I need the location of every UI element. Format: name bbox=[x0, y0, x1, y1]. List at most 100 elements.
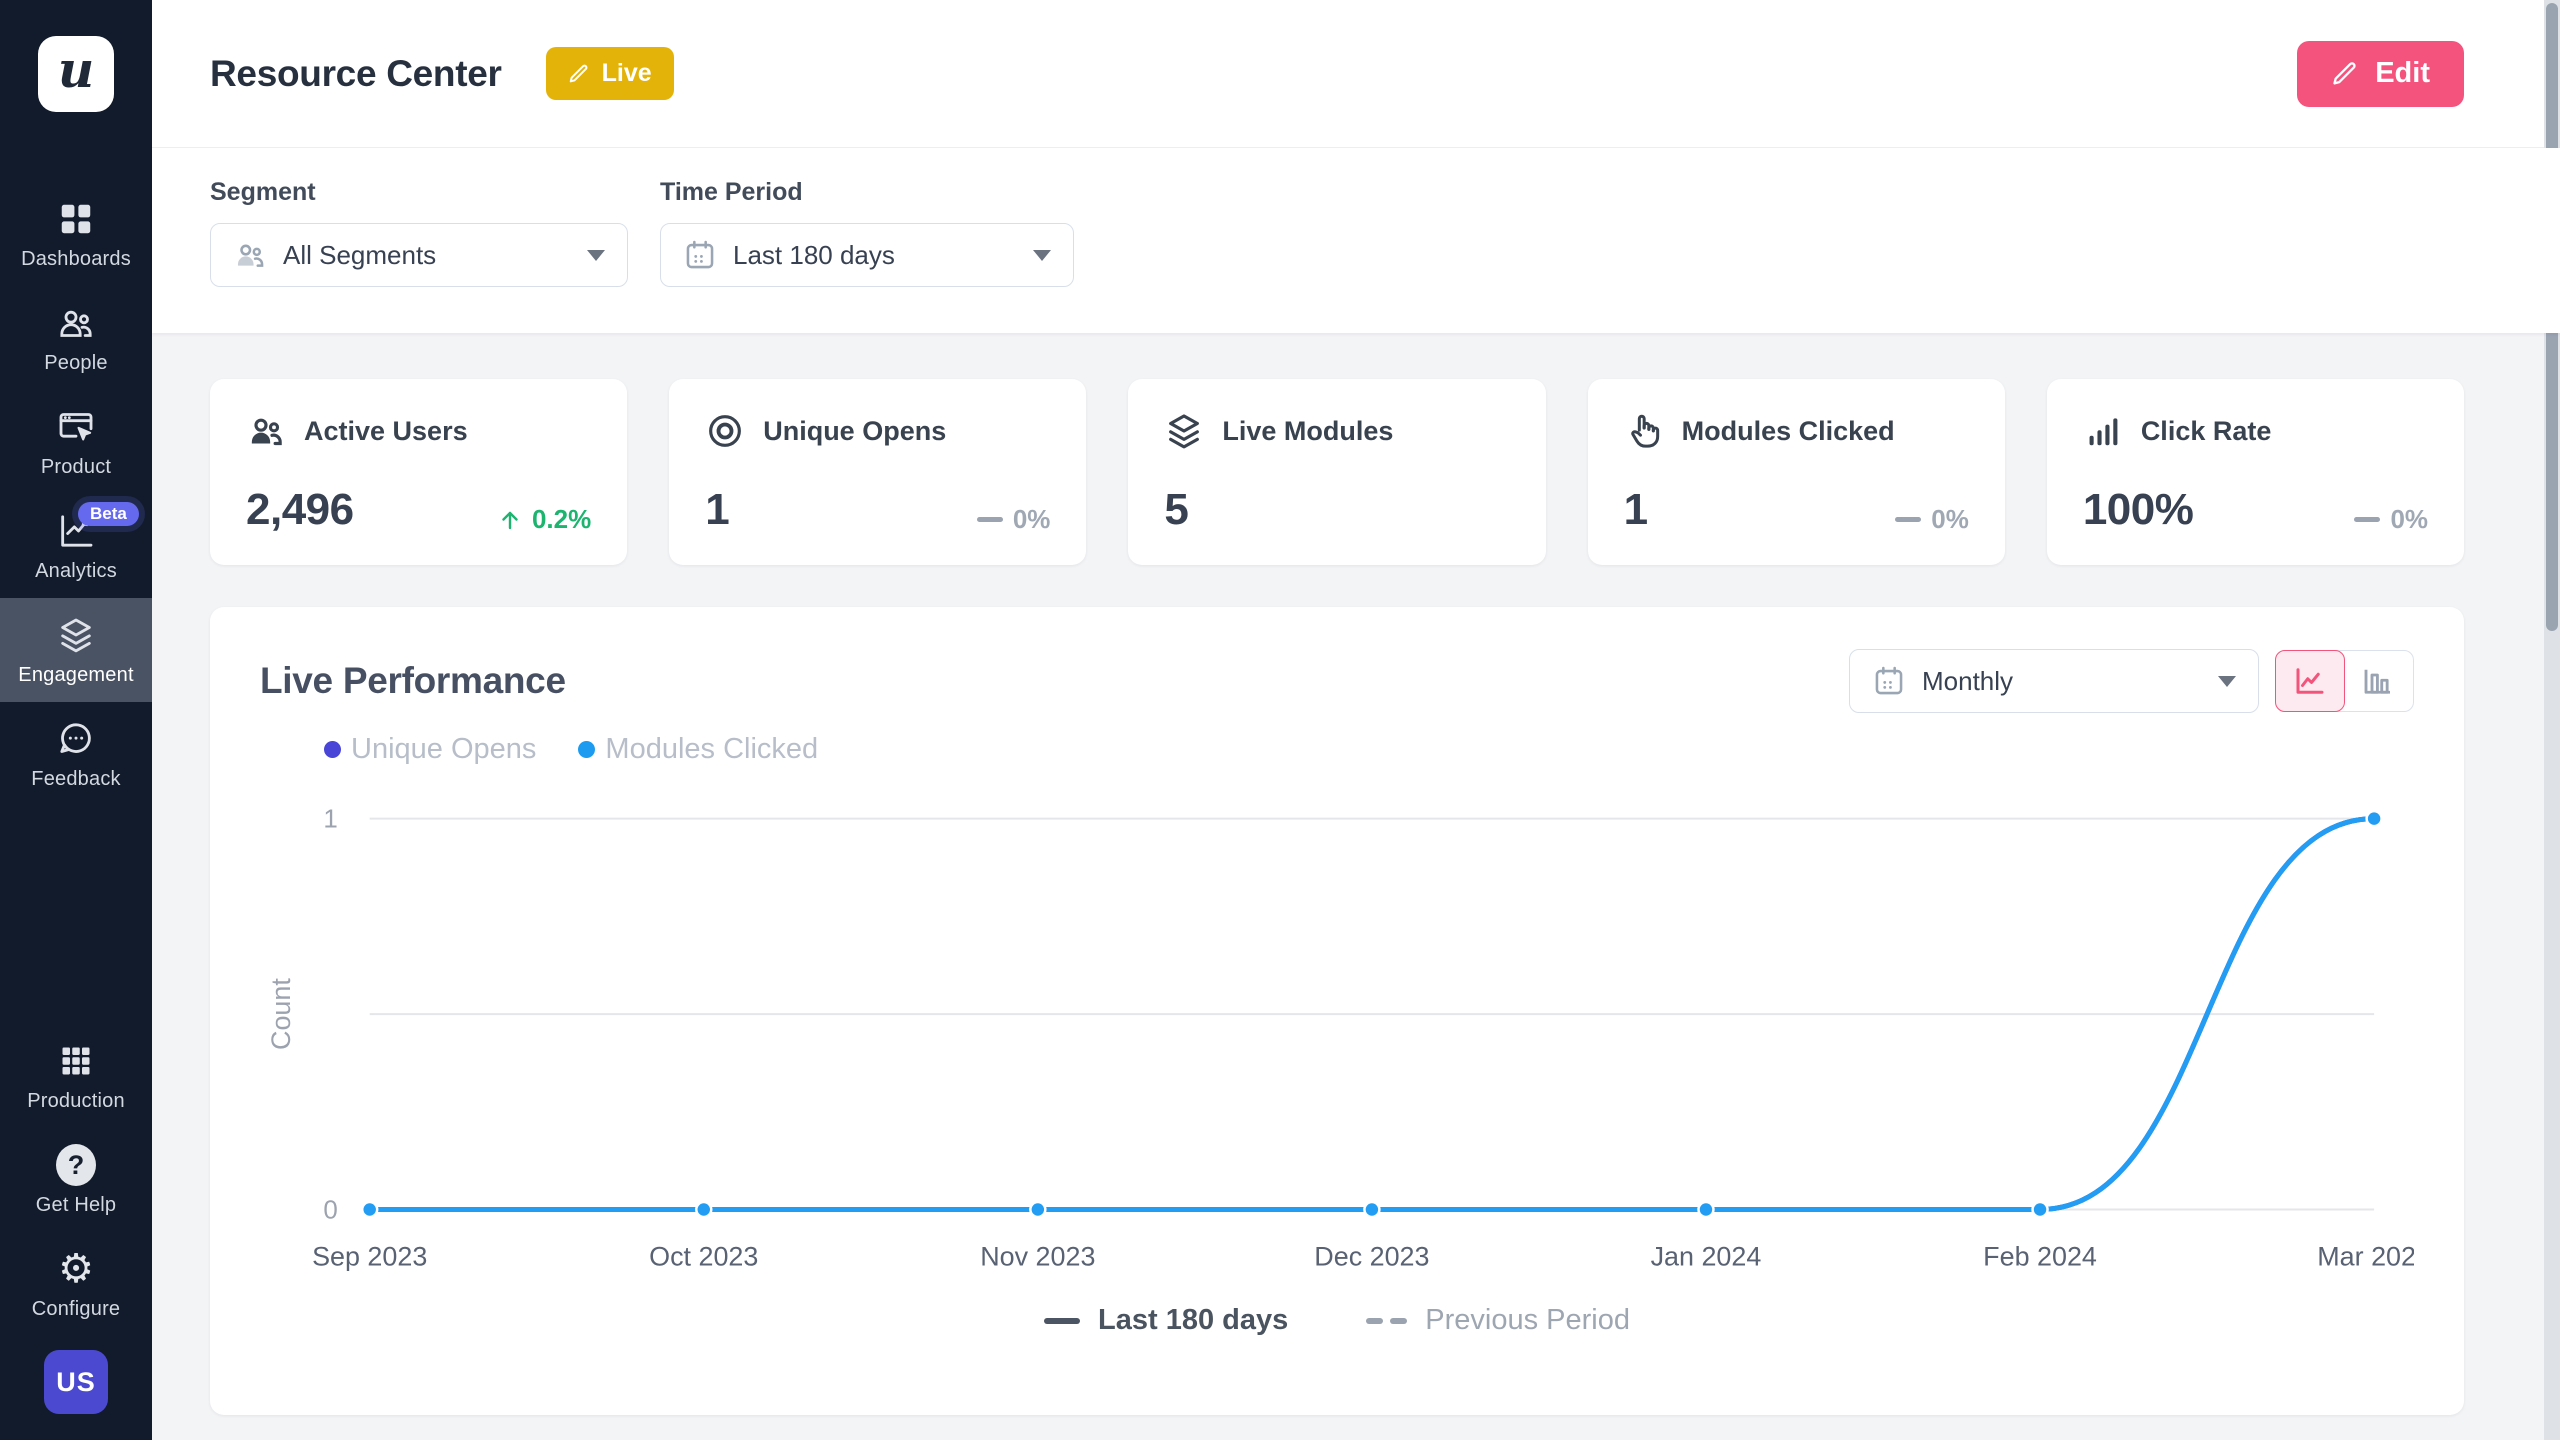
svg-text:Jan 2024: Jan 2024 bbox=[1651, 1241, 1762, 1271]
svg-text:Feb 2024: Feb 2024 bbox=[1983, 1241, 2097, 1271]
solid-line-sample bbox=[1044, 1318, 1080, 1324]
sidebar-item-label: Configure bbox=[32, 1298, 121, 1321]
time-period-select[interactable]: Last 180 days bbox=[660, 223, 1074, 287]
sidebar-item-label: Analytics bbox=[35, 560, 117, 583]
legend-label: Previous Period bbox=[1425, 1304, 1630, 1337]
stat-card-value: 1 bbox=[705, 485, 729, 535]
sidebar-nav: Dashboards People Product bbox=[0, 182, 152, 806]
sidebar-item-dashboards[interactable]: Dashboards bbox=[0, 182, 152, 286]
edit-button-label: Edit bbox=[2375, 57, 2430, 90]
stat-card-title: Active Users bbox=[304, 416, 468, 447]
stat-card-unique-opens: Unique Opens 1 0% bbox=[669, 379, 1086, 565]
bar-chart-icon bbox=[2360, 663, 2396, 699]
layers-icon bbox=[1164, 411, 1204, 451]
dashed-line-sample bbox=[1366, 1318, 1407, 1324]
main-area: Resource Center Live Edit Segment bbox=[152, 0, 2560, 1440]
legend-item-previous-period: Previous Period bbox=[1366, 1304, 1630, 1337]
people-icon bbox=[246, 411, 286, 451]
chart-legend: Unique Opens Modules Clicked bbox=[324, 733, 2414, 766]
edit-button[interactable]: Edit bbox=[2297, 41, 2464, 107]
line-chart-icon bbox=[2292, 663, 2328, 699]
svg-text:Mar 2024: Mar 2024 bbox=[2317, 1241, 2414, 1271]
sidebar-item-engagement[interactable]: Engagement bbox=[0, 598, 152, 702]
legend-label: Last 180 days bbox=[1098, 1304, 1288, 1337]
question-mark-icon: ? bbox=[56, 1145, 96, 1185]
people-icon bbox=[233, 238, 267, 272]
chevron-down-icon bbox=[587, 250, 605, 261]
segment-value: All Segments bbox=[283, 240, 436, 271]
stat-card-delta: 0.2% bbox=[498, 504, 591, 535]
stat-card-modules-clicked: Modules Clicked 1 0% bbox=[1588, 379, 2005, 565]
sidebar-item-label: Feedback bbox=[31, 768, 120, 791]
stat-card-click-rate: Click Rate 100% 0% bbox=[2047, 379, 2464, 565]
bar-chart-toggle-button[interactable] bbox=[2343, 650, 2413, 712]
chart-bottom-legend: Last 180 days Previous Period bbox=[260, 1304, 2414, 1337]
gear-icon: ⚙ bbox=[56, 1249, 96, 1289]
sidebar-item-analytics[interactable]: Beta Analytics bbox=[0, 494, 152, 598]
legend-item-current-period: Last 180 days bbox=[1044, 1304, 1288, 1337]
svg-text:Oct 2023: Oct 2023 bbox=[649, 1241, 758, 1271]
sidebar-item-label: Get Help bbox=[36, 1194, 117, 1217]
sidebar-item-configure[interactable]: ⚙ Configure bbox=[0, 1232, 152, 1336]
sidebar: u Dashboards People bbox=[0, 0, 152, 1440]
chat-bubble-icon bbox=[56, 719, 96, 759]
legend-dot-purple bbox=[324, 741, 341, 758]
calendar-icon bbox=[683, 238, 717, 272]
pencil-icon bbox=[2331, 60, 2359, 88]
app-logo[interactable]: u bbox=[38, 36, 114, 112]
interval-select[interactable]: Monthly bbox=[1849, 649, 2259, 713]
click-hand-icon bbox=[1624, 411, 1664, 451]
line-chart-toggle-button[interactable] bbox=[2275, 650, 2345, 712]
legend-label: Unique Opens bbox=[351, 733, 536, 766]
bar-chart-icon bbox=[2083, 411, 2123, 451]
grid-dots-icon bbox=[56, 1041, 96, 1081]
live-status-badge[interactable]: Live bbox=[546, 47, 674, 100]
sidebar-item-product[interactable]: Product bbox=[0, 390, 152, 494]
stat-card-active-users: Active Users 2,496 0.2% bbox=[210, 379, 627, 565]
calendar-icon bbox=[1872, 664, 1906, 698]
stat-card-title: Modules Clicked bbox=[1682, 416, 1895, 447]
app-logo-letter: u bbox=[58, 45, 94, 103]
stat-card-value: 1 bbox=[1624, 485, 1648, 535]
svg-text:0: 0 bbox=[323, 1196, 337, 1224]
legend-item-modules-clicked[interactable]: Modules Clicked bbox=[578, 733, 818, 766]
chevron-down-icon bbox=[1033, 250, 1051, 261]
svg-text:Dec 2023: Dec 2023 bbox=[1314, 1241, 1429, 1271]
segment-label: Segment bbox=[210, 178, 628, 207]
sidebar-item-label: Dashboards bbox=[21, 248, 131, 271]
time-period-value: Last 180 days bbox=[733, 240, 895, 271]
product-icon bbox=[56, 407, 96, 447]
arrow-up-icon bbox=[498, 508, 522, 532]
flat-dash-icon bbox=[2354, 517, 2380, 522]
flat-dash-icon bbox=[1895, 517, 1921, 522]
stat-card-value: 2,496 bbox=[246, 485, 354, 535]
svg-text:1: 1 bbox=[323, 806, 337, 834]
page-title: Resource Center bbox=[210, 53, 502, 95]
flat-dash-icon bbox=[977, 517, 1003, 522]
sidebar-item-label: People bbox=[44, 352, 107, 375]
legend-item-unique-opens[interactable]: Unique Opens bbox=[324, 733, 536, 766]
legend-dot-blue bbox=[578, 741, 595, 758]
chevron-down-icon bbox=[2218, 676, 2236, 687]
stat-card-row: Active Users 2,496 0.2% bbox=[210, 379, 2464, 565]
layers-icon bbox=[56, 615, 96, 655]
people-icon bbox=[56, 303, 96, 343]
segment-select[interactable]: All Segments bbox=[210, 223, 628, 287]
sidebar-item-get-help[interactable]: ? Get Help bbox=[0, 1128, 152, 1232]
time-period-label: Time Period bbox=[660, 178, 1074, 207]
stat-card-live-modules: Live Modules 5 bbox=[1128, 379, 1545, 565]
svg-text:Count: Count bbox=[266, 978, 296, 1050]
dashboards-icon bbox=[56, 199, 96, 239]
svg-text:Nov 2023: Nov 2023 bbox=[980, 1241, 1095, 1271]
sidebar-item-label: Engagement bbox=[18, 664, 133, 687]
sidebar-item-people[interactable]: People bbox=[0, 286, 152, 390]
page-header: Resource Center Live Edit bbox=[152, 0, 2560, 148]
user-avatar[interactable]: US bbox=[44, 1350, 108, 1414]
segment-filter-group: Segment All Segments bbox=[210, 178, 628, 287]
sidebar-item-production[interactable]: Production bbox=[0, 1024, 152, 1128]
sidebar-bottom: Production ? Get Help ⚙ Configure US bbox=[0, 1024, 152, 1440]
stat-card-delta: 0% bbox=[2354, 504, 2428, 535]
sidebar-item-feedback[interactable]: Feedback bbox=[0, 702, 152, 806]
legend-label: Modules Clicked bbox=[605, 733, 818, 766]
content-area: Active Users 2,496 0.2% bbox=[152, 333, 2560, 1440]
